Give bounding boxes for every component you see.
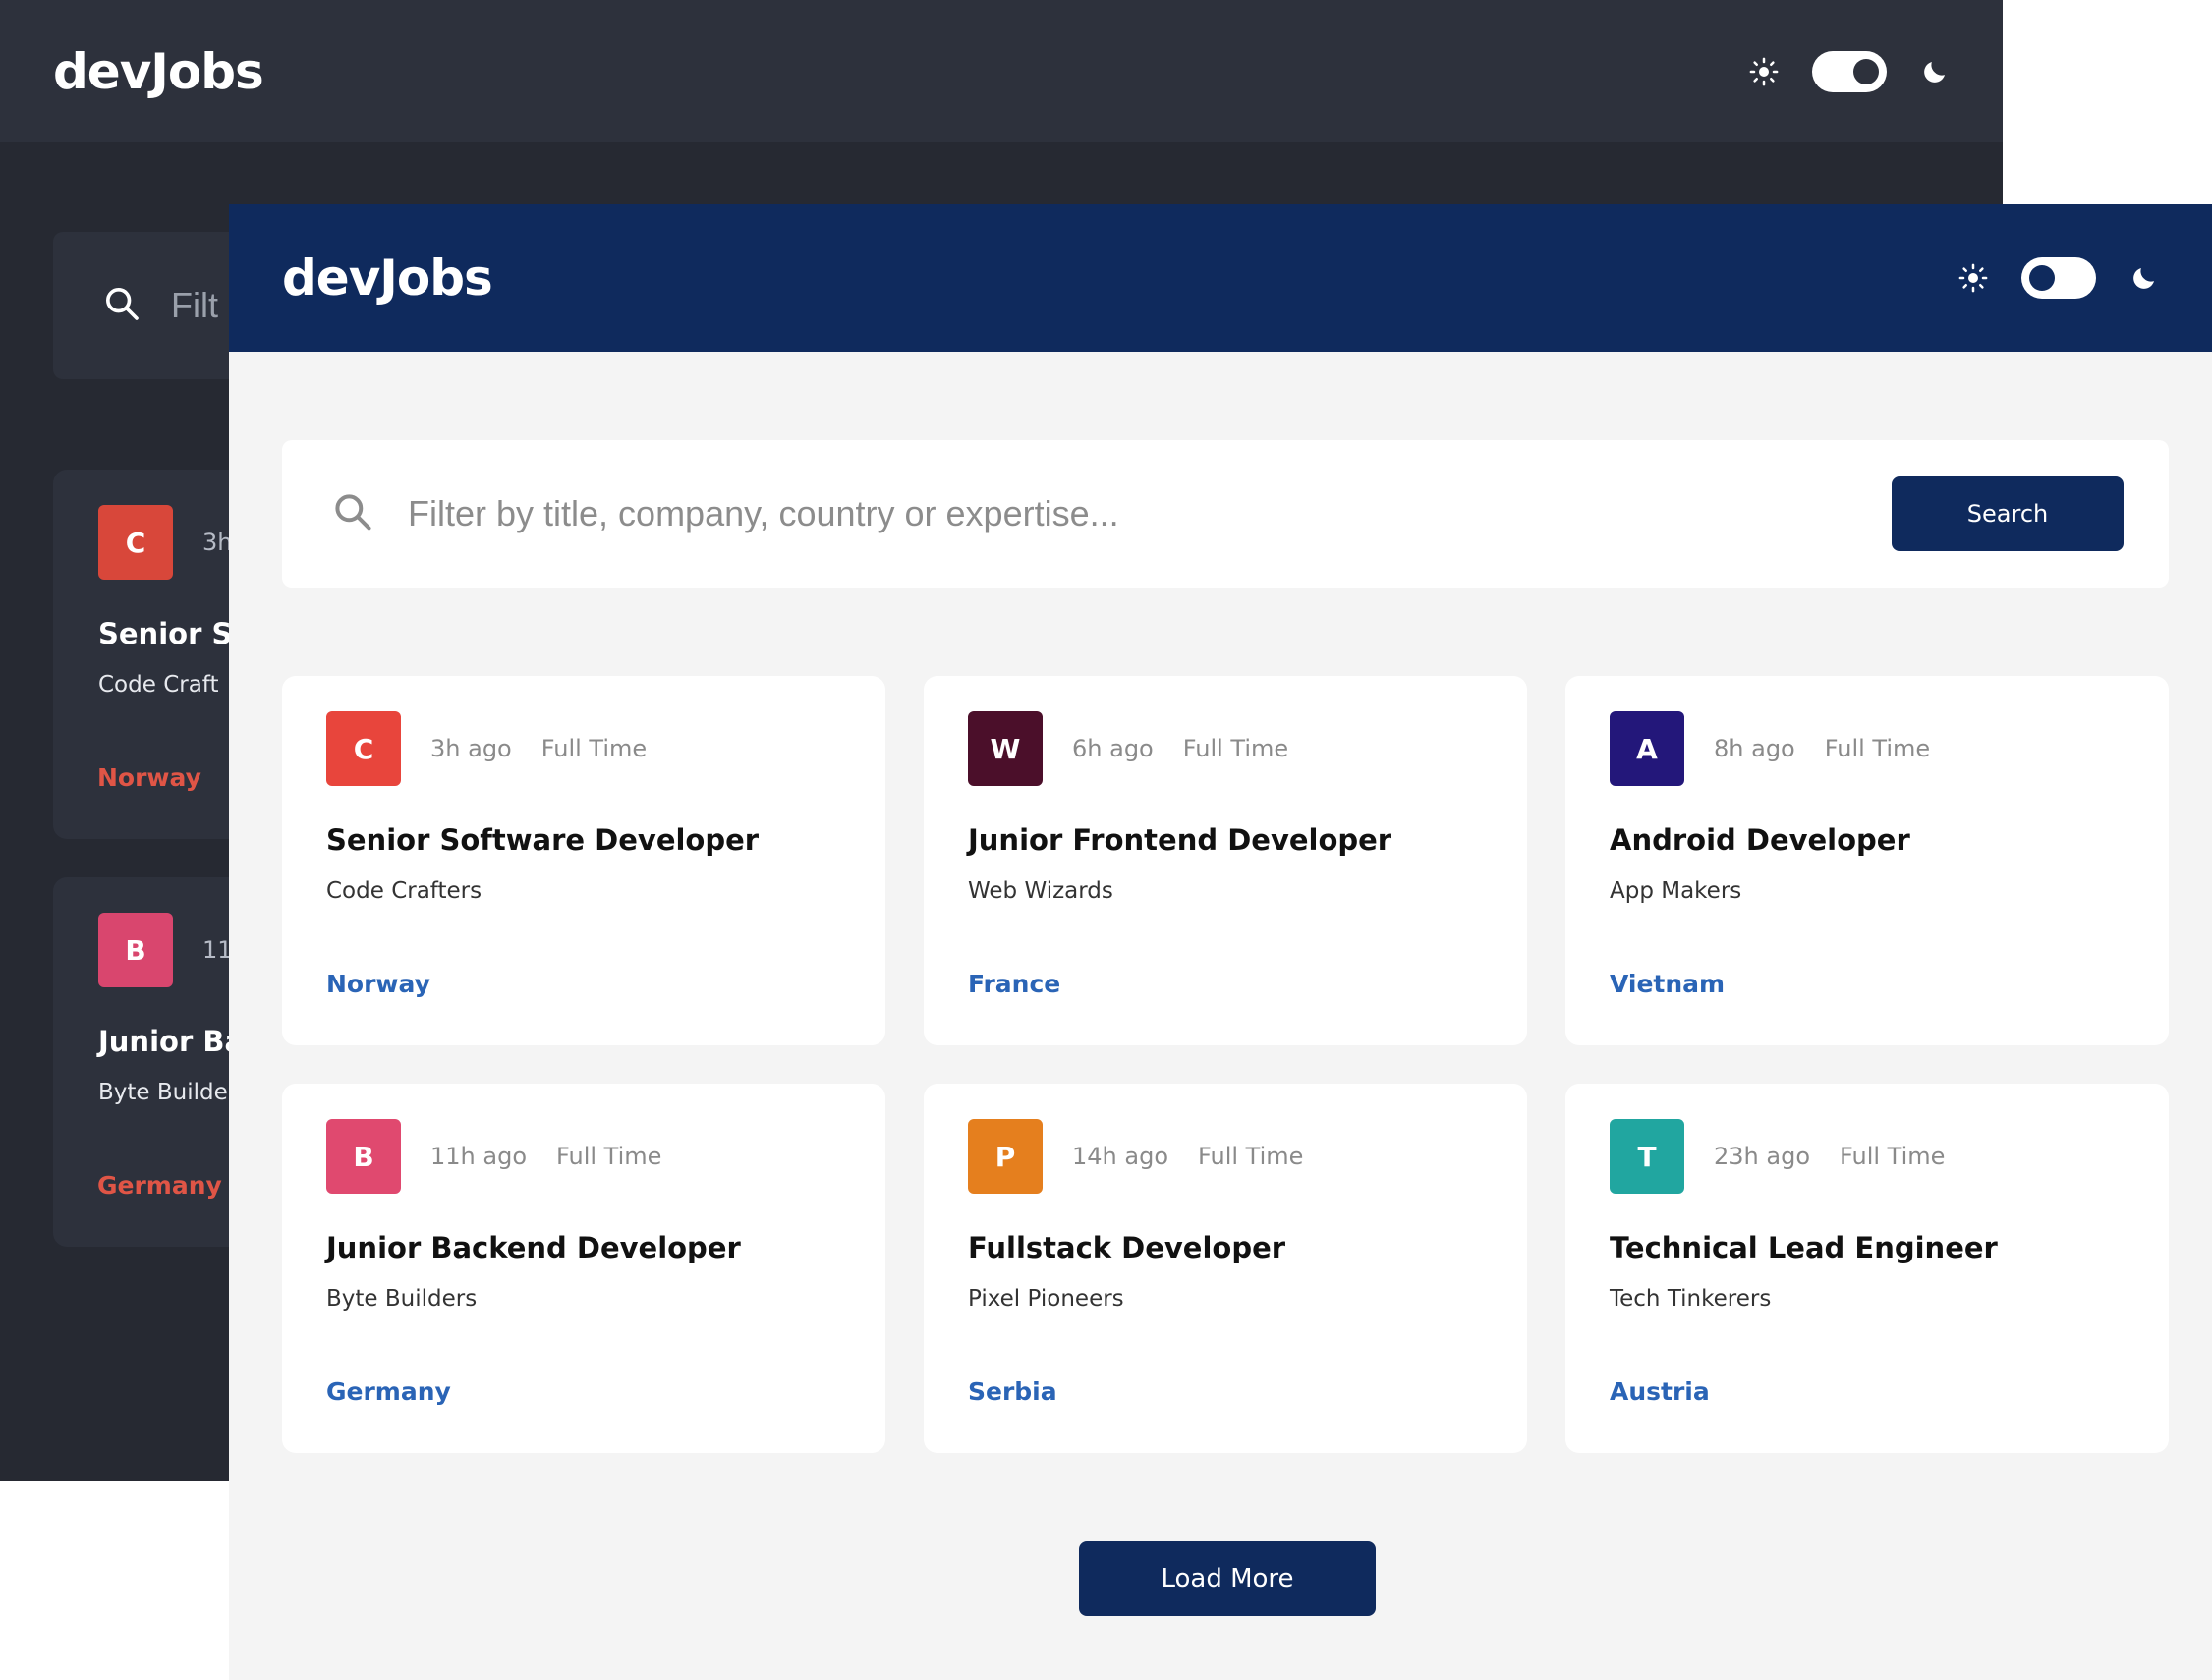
job-country: Germany	[97, 1171, 222, 1200]
job-type: Full Time	[540, 735, 648, 762]
company-logo: B	[326, 1119, 401, 1194]
job-title[interactable]: Junior Backend Developer	[326, 1231, 841, 1264]
moon-icon	[1924, 61, 1945, 83]
sun-icon	[1749, 57, 1779, 85]
company-name: Pixel Pioneers	[968, 1286, 1124, 1312]
job-title[interactable]: Android Developer	[1610, 823, 2125, 857]
moon-icon	[2133, 268, 2154, 289]
brand-logo[interactable]: devJobs	[282, 250, 493, 307]
job-country: Norway	[97, 763, 201, 792]
job-title[interactable]: Fullstack Developer	[968, 1231, 1483, 1264]
job-country: France	[968, 970, 1061, 998]
job-title[interactable]: Junior Frontend Developer	[968, 823, 1483, 857]
posted-time: 3h	[202, 529, 233, 556]
company-logo: T	[1610, 1119, 1684, 1194]
dark-header: devJobs	[0, 0, 2003, 142]
company-name: Byte Builders	[326, 1286, 478, 1312]
search-icon	[331, 490, 374, 538]
company-logo: B	[98, 913, 173, 987]
job-country: Vietnam	[1610, 970, 1726, 998]
company-name: Code Crafters	[326, 878, 482, 904]
job-card[interactable]: P 14h ago Full Time Fullstack Developer …	[924, 1084, 1527, 1453]
job-card[interactable]: C 3h ago Full Time Senior Software Devel…	[282, 676, 885, 1045]
posted-time: 11h ago	[430, 1143, 528, 1170]
search-bar: Search	[282, 440, 2169, 588]
job-country: Germany	[326, 1377, 451, 1406]
company-name: App Makers	[1610, 878, 1742, 904]
posted-time: 23h ago	[1714, 1143, 1811, 1170]
load-more-button[interactable]: Load More	[1079, 1541, 1376, 1616]
company-logo: W	[968, 711, 1043, 786]
light-header: devJobs	[229, 204, 2212, 352]
theme-switch	[1958, 257, 2159, 299]
job-title[interactable]: Technical Lead Engineer	[1610, 1231, 2125, 1264]
dark-search-placeholder: Filt	[171, 285, 218, 325]
posted-time: 6h ago	[1072, 735, 1154, 762]
job-card[interactable]: T 23h ago Full Time Technical Lead Engin…	[1565, 1084, 2169, 1453]
job-type: Full Time	[1182, 735, 1289, 762]
search-icon	[102, 284, 142, 328]
search-input[interactable]	[406, 492, 1860, 535]
posted-time: 8h ago	[1714, 735, 1795, 762]
job-type: Full Time	[1198, 1143, 1304, 1170]
screenshot-stage: devJobs Filt C 3h Senior So Code Craft N…	[0, 0, 2212, 1680]
job-country: Austria	[1610, 1377, 1710, 1406]
job-type: Full Time	[556, 1143, 662, 1170]
job-card[interactable]: B 11h ago Full Time Junior Backend Devel…	[282, 1084, 885, 1453]
job-card[interactable]: A 8h ago Full Time Android Developer App…	[1565, 676, 2169, 1045]
company-logo: A	[1610, 711, 1684, 786]
theme-switch	[1749, 50, 1950, 92]
job-country: Serbia	[968, 1377, 1057, 1406]
job-list: C 3h ago Full Time Senior Software Devel…	[282, 676, 2169, 1453]
toggle-knob	[1853, 58, 1879, 84]
company-name: Web Wizards	[968, 878, 1113, 904]
company-logo: C	[98, 505, 173, 580]
light-mode-window: devJobs Filter by title, company, countr…	[229, 204, 2212, 1680]
theme-toggle[interactable]	[1812, 50, 1887, 92]
job-country: Norway	[326, 970, 430, 998]
posted-time: 14h ago	[1072, 1143, 1169, 1170]
company-logo: C	[326, 711, 401, 786]
company-name: Tech Tinkerers	[1610, 1286, 1772, 1312]
search-button[interactable]: Search	[1892, 476, 2124, 551]
job-type: Full Time	[1840, 1143, 1946, 1170]
job-type: Full Time	[1824, 735, 1931, 762]
sun-icon	[1958, 263, 1988, 293]
company-logo: P	[968, 1119, 1043, 1194]
brand-logo[interactable]: devJobs	[53, 43, 264, 100]
posted-time: 3h ago	[430, 735, 512, 762]
job-title[interactable]: Senior Software Developer	[326, 823, 841, 857]
toggle-knob	[2029, 265, 2055, 291]
theme-toggle[interactable]	[2021, 257, 2096, 299]
job-card[interactable]: W 6h ago Full Time Junior Frontend Devel…	[924, 676, 1527, 1045]
